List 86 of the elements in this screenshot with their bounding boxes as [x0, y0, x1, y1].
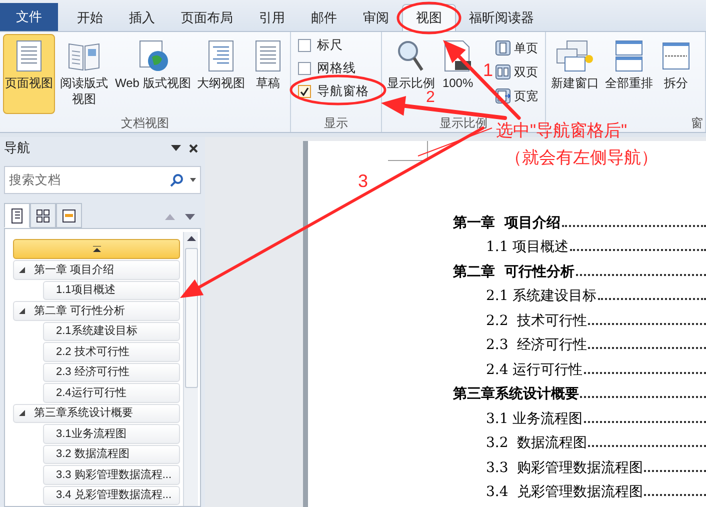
toc-section-entry: 2.4 运行可行性	[486, 360, 583, 378]
document-list-icon	[10, 208, 24, 224]
ribbon-tab[interactable]: 插入	[116, 4, 168, 31]
ribbon-group-label: 显示比例	[439, 115, 488, 132]
expanded-triangle-icon[interactable]	[18, 266, 26, 274]
ribbon-group-label: 显示	[324, 115, 348, 132]
toc-section-entry: 3.2 数据流程图	[486, 434, 588, 452]
ribbon-tab[interactable]: 开始	[64, 4, 116, 31]
list-icon	[62, 208, 76, 224]
ribbon-button[interactable]: 大纲视图	[194, 34, 247, 114]
toc-section-entry: 1.1 项目概述	[486, 238, 569, 256]
pane-view-tab[interactable]	[30, 203, 56, 228]
close-icon[interactable]	[189, 144, 198, 152]
toc-section-entry: 2.3 经济可行性	[486, 336, 588, 354]
toc-chapter-entry: 第一章 项目介绍	[453, 214, 561, 232]
search-icon[interactable]	[170, 173, 184, 187]
small-ribbon-button[interactable]: 单页	[494, 38, 538, 58]
scrollbar-thumb[interactable]	[184, 248, 198, 388]
checkbox[interactable]	[298, 39, 311, 52]
nav-heading-item[interactable]: 3.3 购彩管理数据流程...	[43, 465, 180, 485]
collapse-up-icon	[92, 246, 100, 252]
scrollbar[interactable]	[183, 232, 198, 506]
small-ribbon-button[interactable]: 双页	[494, 62, 538, 82]
ribbon-button[interactable]: 全部重排	[602, 34, 655, 114]
annotation-number: 2	[426, 90, 435, 106]
checkbox-option[interactable]: 网格线	[298, 59, 374, 78]
ribbon-button[interactable]: 新建窗口	[548, 34, 601, 114]
single-page-icon	[494, 40, 511, 56]
toc-chapter-entry: 第二章 可行性分析	[453, 262, 575, 280]
checkbox-option[interactable]: 导航窗格	[298, 82, 374, 101]
annotation-text: 选中"导航窗格后"	[496, 120, 628, 142]
ribbon-button[interactable]: 页面视图	[3, 34, 55, 114]
nav-heading-item[interactable]: 3.4 兑彩管理数据流程...	[43, 486, 180, 506]
nav-heading-item[interactable]: 2.3 经济可行性	[43, 362, 180, 382]
file-tab[interactable]: 文件	[0, 3, 58, 31]
toc-section-entry: 3.1 业务流程图	[486, 410, 583, 428]
two-pages-icon	[494, 64, 511, 80]
ribbon-tab[interactable]: 页面布局	[168, 4, 246, 31]
checkbox[interactable]	[298, 62, 311, 75]
pane-view-tab[interactable]	[56, 203, 82, 228]
dot-leader	[644, 494, 706, 496]
nav-heading-item[interactable]: 2.1系统建设目标	[43, 322, 180, 342]
toc-section-entry: 2.2 技术可行性	[486, 312, 588, 330]
checkbox[interactable]	[298, 85, 311, 98]
crop-mark	[388, 141, 428, 161]
ribbon-group-label: 窗	[691, 115, 703, 132]
pane-view-tab[interactable]	[4, 203, 30, 228]
checkmark-icon	[300, 87, 309, 96]
annotation-number: 1	[483, 60, 494, 80]
toc-section-entry: 2.1 系统建设目标	[486, 287, 597, 305]
ribbon-tab[interactable]: 邮件	[298, 4, 350, 31]
annotation-text: （就会有左侧导航）	[505, 147, 658, 169]
nav-heading-item[interactable]: 第二章 可行性分析	[13, 301, 180, 321]
grid-icon	[36, 208, 50, 224]
nav-heading-item[interactable]: 3.1业务流程图	[43, 424, 180, 444]
dot-leader	[644, 470, 706, 472]
nav-heading-item[interactable]: 2.2 技术可行性	[43, 342, 180, 362]
ribbon-button[interactable]: Web 版式视图	[113, 34, 193, 114]
nav-heading-item[interactable]: 1.1项目概述	[43, 280, 180, 300]
checkbox-option[interactable]: 标尺	[298, 36, 374, 55]
ribbon-button[interactable]: 阅读版式视图	[57, 34, 111, 114]
ribbon-group-label: 文档视图	[120, 115, 169, 132]
annotation-number: 3	[358, 170, 368, 193]
nav-heading-item[interactable]: 3.2 数据流程图	[43, 444, 180, 464]
search-field[interactable]: 搜索文档	[4, 166, 201, 194]
dropdown-triangle-icon[interactable]	[171, 145, 181, 151]
ribbon-tab[interactable]: 福昕阅读器	[456, 4, 547, 31]
annotation-ellipse	[396, 2, 462, 34]
pane-title: 导航	[4, 139, 31, 158]
small-ribbon-button[interactable]: 页宽	[494, 86, 538, 106]
expanded-triangle-icon[interactable]	[18, 307, 26, 316]
windows-icon	[554, 39, 595, 73]
ribbon-button[interactable]: 草稿	[248, 34, 287, 114]
ribbon-tab[interactable]: 引用	[246, 4, 298, 31]
toc-section-entry: 3.4 兑彩管理数据流程图	[486, 483, 644, 501]
ribbon-button[interactable]: 拆分	[656, 34, 695, 114]
expanded-triangle-icon[interactable]	[18, 409, 26, 418]
nav-heading-item[interactable]: 第一章 项目介绍	[13, 260, 180, 280]
search-input[interactable]: 搜索文档	[9, 170, 170, 190]
ribbon-tab[interactable]: 审阅	[350, 4, 402, 31]
toc-chapter-entry: 第三章系统设计概要	[453, 385, 579, 403]
nav-heading-item[interactable]: 2.4运行可行性	[43, 383, 180, 403]
toc-section-entry: 3.3 购彩管理数据流程图	[486, 458, 644, 476]
down-triangle-icon[interactable]	[185, 214, 195, 220]
dropdown-caret-icon[interactable]	[190, 178, 196, 182]
nav-heading-item[interactable]: 第三章系统设计概要	[13, 404, 180, 424]
